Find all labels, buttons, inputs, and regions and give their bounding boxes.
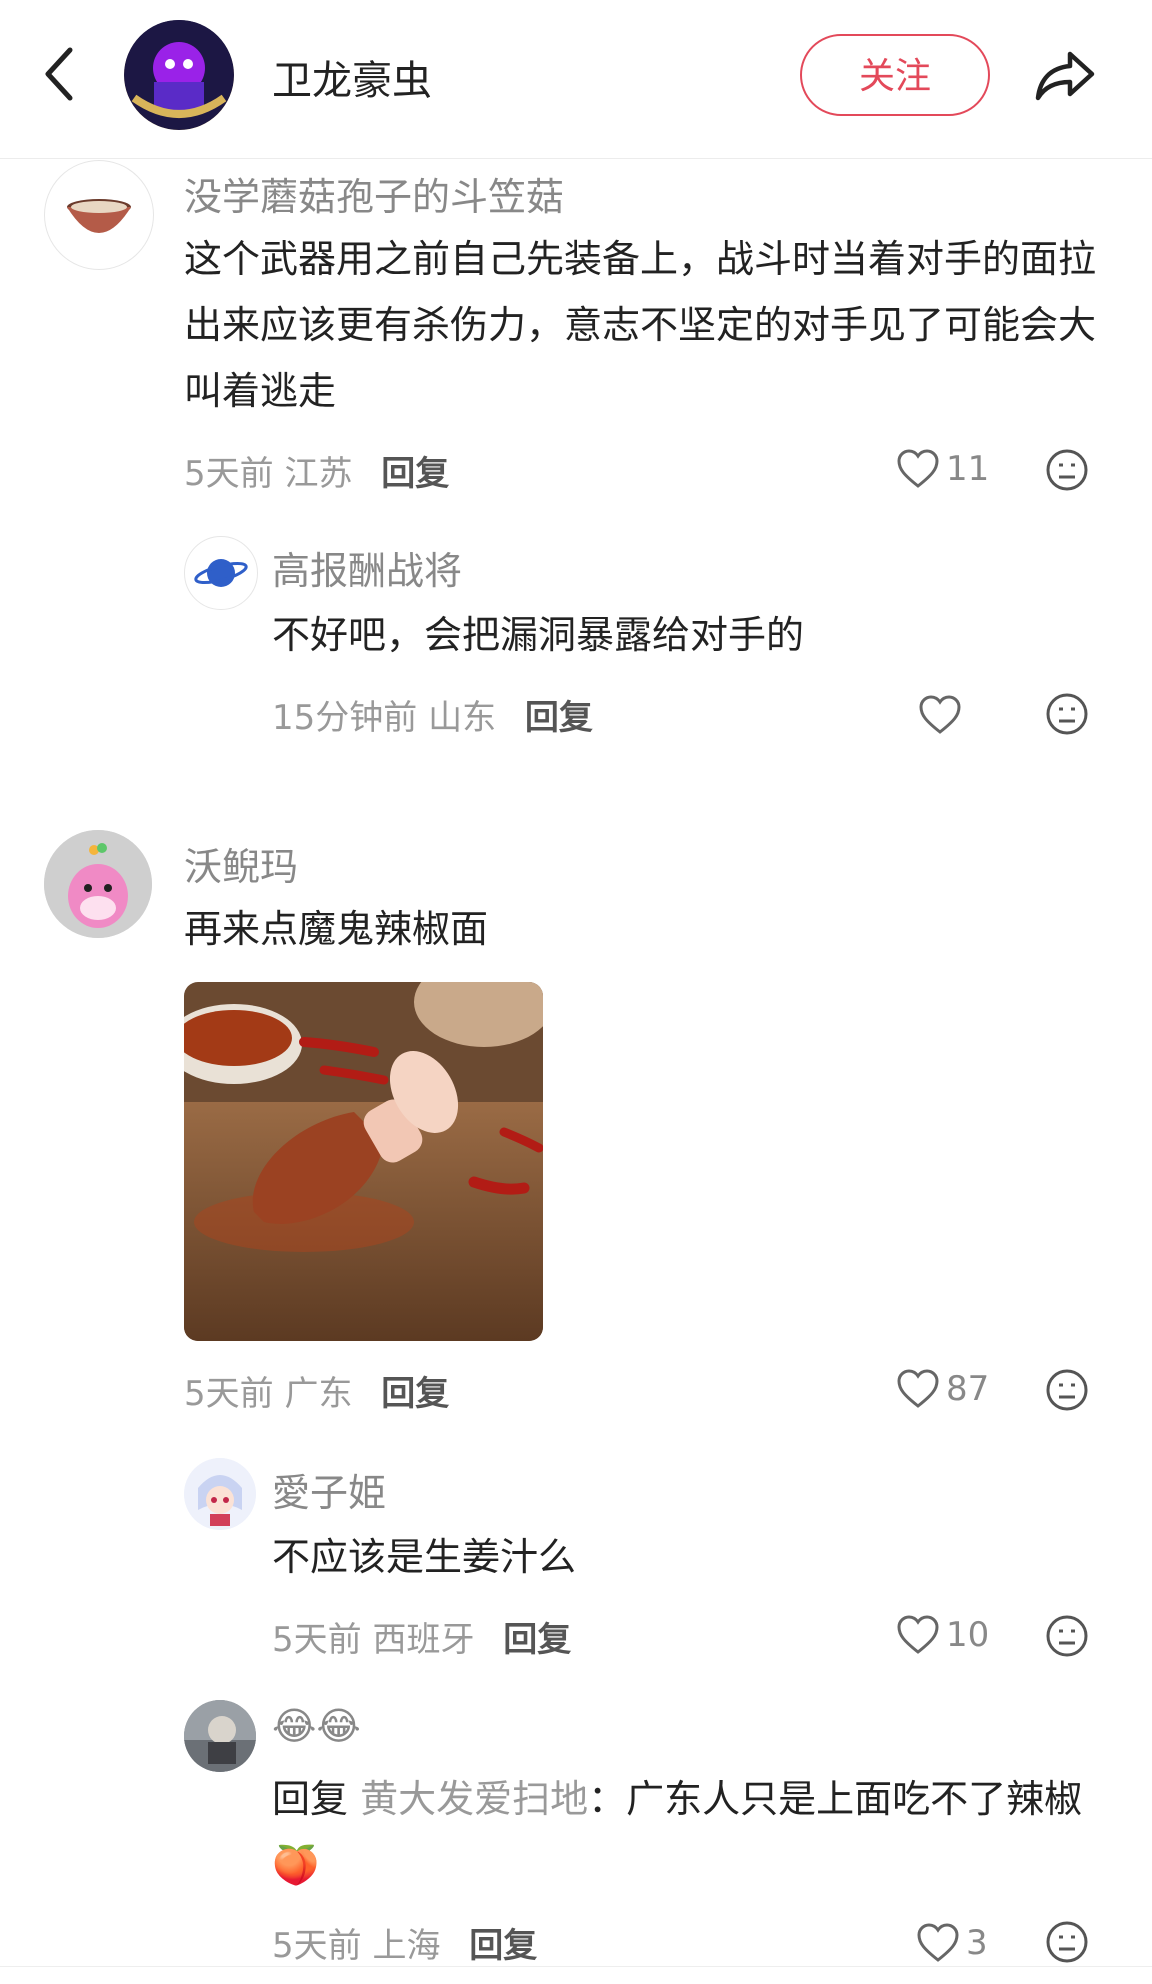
avatar[interactable] [184, 1700, 256, 1772]
top-bar: 卫龙豪虫 关注 [0, 0, 1152, 159]
like-button[interactable] [918, 690, 968, 740]
reply-text: 不好吧，会把漏洞暴露给对手的 [272, 613, 805, 657]
back-arrow-icon[interactable] [40, 44, 80, 104]
reply-location: 西班牙 [372, 1620, 475, 1660]
comment-location: 广东 [284, 1374, 353, 1414]
author-name[interactable]: 卫龙豪虫 [272, 48, 432, 106]
comment-image[interactable] [184, 982, 543, 1341]
like-count: 87 [946, 1369, 990, 1409]
comment-username[interactable]: 没学蘑菇孢子的斗笠菇 [184, 166, 564, 221]
like-button[interactable]: 11 [896, 444, 989, 494]
neutral-face-icon[interactable] [1045, 1614, 1089, 1658]
heart-outline-icon [917, 1923, 959, 1962]
reply-prefix: 回复 [272, 1777, 349, 1821]
reply-button[interactable]: 回复 [525, 698, 593, 738]
reply-text: 不应该是生姜汁么 [272, 1535, 577, 1579]
like-button[interactable]: 10 [896, 1610, 989, 1660]
like-button[interactable]: 3 [916, 1918, 988, 1968]
reply-username[interactable]: 高报酬战将 [272, 540, 462, 595]
heart-outline-icon [919, 695, 961, 734]
reply-button[interactable]: 回复 [381, 1374, 449, 1414]
comment-meta: 5天前 江苏 回复 [184, 446, 449, 495]
avatar[interactable] [184, 536, 258, 610]
follow-button[interactable]: 关注 [800, 34, 990, 116]
reply-time: 15分钟前 [272, 698, 418, 738]
avatar[interactable] [44, 160, 154, 270]
like-count: 11 [946, 449, 990, 489]
neutral-face-icon[interactable] [1045, 692, 1089, 736]
reply-colon: ： [588, 1777, 627, 1821]
reply-time: 5天前 [272, 1926, 362, 1966]
reply-username[interactable]: 😂😂 [272, 1704, 361, 1748]
heart-outline-icon [897, 1369, 939, 1408]
comment-time: 5天前 [184, 1374, 274, 1414]
reply-target-username[interactable]: 黄大发爱扫地 [360, 1777, 588, 1821]
share-icon[interactable] [1030, 40, 1100, 110]
neutral-face-icon[interactable] [1045, 1920, 1089, 1964]
avatar[interactable] [44, 830, 152, 938]
comment-location: 江苏 [284, 454, 353, 494]
comment-time: 5天前 [184, 454, 274, 494]
reply-button[interactable]: 回复 [381, 454, 449, 494]
reply-button[interactable]: 回复 [469, 1926, 537, 1966]
reply-time: 5天前 [272, 1620, 362, 1660]
reply-location: 上海 [372, 1926, 441, 1966]
heart-outline-icon [897, 449, 939, 488]
author-avatar[interactable] [124, 20, 234, 130]
reply-username[interactable]: 愛子姫 [272, 1462, 386, 1517]
reply-button[interactable]: 回复 [503, 1620, 571, 1660]
like-count: 10 [946, 1615, 990, 1655]
neutral-face-icon[interactable] [1045, 448, 1089, 492]
reply-meta: 5天前 西班牙 回复 [272, 1612, 571, 1661]
avatar[interactable] [184, 1458, 256, 1530]
reply-meta: 15分钟前 山东 回复 [272, 690, 593, 739]
comment-text: 再来点魔鬼辣椒面 [184, 907, 489, 951]
like-button[interactable]: 87 [896, 1364, 989, 1414]
neutral-face-icon[interactable] [1045, 1368, 1089, 1412]
reply-text: 回复 黄大发爱扫地：广东人只是上面吃不了辣椒🍑 [272, 1766, 1112, 1898]
comment-username[interactable]: 沃鲵玛 [184, 836, 298, 891]
comment-text: 这个武器用之前自己先装备上，战斗时当着对手的面拉出来应该更有杀伤力，意志不坚定的… [184, 237, 1097, 413]
like-count: 3 [966, 1923, 988, 1963]
reply-location: 山东 [428, 698, 497, 738]
reply-meta: 5天前 上海 回复 [272, 1918, 537, 1967]
heart-outline-icon [897, 1615, 939, 1654]
comment-meta: 5天前 广东 回复 [184, 1366, 449, 1415]
divider [0, 1966, 1152, 1967]
